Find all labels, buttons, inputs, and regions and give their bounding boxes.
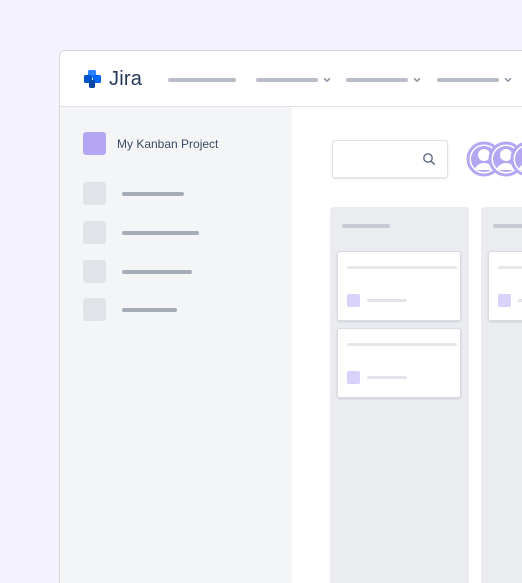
project-name: My Kanban Project: [117, 136, 219, 151]
top-navigation-bar: Jira: [60, 51, 522, 107]
nav-item-placeholder: [256, 78, 318, 82]
jira-logo[interactable]: Jira: [83, 68, 142, 90]
column-title-placeholder: [493, 224, 522, 228]
kanban-board: [292, 107, 522, 583]
kanban-column-1: [330, 207, 469, 583]
nav-item-placeholder: [346, 78, 408, 82]
jira-window: Jira My Kanban Project: [59, 50, 522, 583]
board-search-input[interactable]: [332, 140, 448, 178]
chevron-down-icon: [504, 77, 512, 82]
sidebar-placeholder-icon: [83, 182, 106, 205]
kanban-card[interactable]: [337, 251, 461, 321]
nav-item-2[interactable]: [256, 77, 331, 83]
card-issue-type-icon: [347, 294, 360, 307]
card-title-placeholder: [347, 266, 457, 269]
sidebar-item-placeholder: [122, 230, 199, 235]
sidebar-item-3[interactable]: [83, 260, 192, 283]
card-title-placeholder: [347, 343, 457, 346]
project-sidebar: My Kanban Project: [60, 107, 292, 583]
card-issue-type-icon: [498, 294, 511, 307]
kanban-card[interactable]: [337, 328, 461, 398]
card-meta-placeholder: [367, 376, 407, 379]
card-meta-placeholder: [518, 299, 522, 302]
nav-item-placeholder: [168, 78, 236, 82]
sidebar-placeholder-icon: [83, 298, 106, 321]
sidebar-placeholder-icon: [83, 221, 106, 244]
screenshot-stage: Jira My Kanban Project: [0, 0, 522, 583]
kanban-column-2: [481, 207, 522, 583]
nav-item-4[interactable]: [437, 77, 512, 83]
search-icon: [423, 153, 435, 165]
nav-item-1[interactable]: [168, 77, 236, 83]
sidebar-item-placeholder: [122, 191, 184, 196]
app-name: Jira: [109, 68, 143, 90]
project-avatar: [83, 132, 106, 155]
card-issue-type-icon: [347, 371, 360, 384]
chevron-down-icon: [323, 77, 331, 82]
card-title-placeholder: [498, 266, 522, 269]
card-meta-placeholder: [367, 299, 407, 302]
nav-item-placeholder: [437, 78, 499, 82]
sidebar-item-1[interactable]: [83, 182, 184, 205]
sidebar-item-2[interactable]: [83, 221, 199, 244]
sidebar-item-4[interactable]: [83, 298, 177, 321]
column-title-placeholder: [342, 224, 390, 228]
kanban-card[interactable]: [488, 251, 522, 321]
chevron-down-icon: [413, 77, 421, 82]
jira-logo-icon: [84, 70, 101, 88]
user-avatar-icon[interactable]: [510, 141, 522, 177]
nav-item-3[interactable]: [346, 77, 421, 83]
sidebar-item-placeholder: [122, 307, 177, 312]
sidebar-item-placeholder: [122, 269, 192, 274]
project-header[interactable]: My Kanban Project: [83, 132, 218, 155]
board-user-avatars[interactable]: [466, 141, 522, 177]
sidebar-placeholder-icon: [83, 260, 106, 283]
